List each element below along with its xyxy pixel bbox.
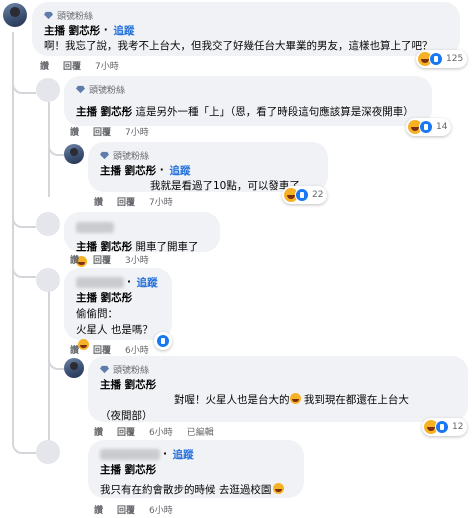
comment-actions: 讚 回覆 7小時 <box>94 194 173 208</box>
laughing-emoji-icon <box>289 393 301 404</box>
timestamp[interactable]: 7小時 <box>149 195 173 208</box>
comment-text-line1: 對喔！火星人也是台大的 <box>174 394 290 406</box>
comment-bubble-3: 頭號粉絲 主播 劉芯彤 · 追蹤 我就是看過了10點，可以發車了。 <box>88 142 328 192</box>
like-emoji-icon <box>435 420 449 434</box>
reaction-summary[interactable]: 12 <box>422 418 468 436</box>
thread-line-l2b <box>48 290 50 450</box>
comment-bubble-6: 頭號粉絲 主播 劉芯彤 對喔！火星人也是台大的 我到現在都還在上台大 （夜間部） <box>88 356 468 422</box>
like-emoji-icon <box>156 334 170 348</box>
comment-text-line2: 火星人 也是嗎？ <box>76 324 153 336</box>
comment-bubble-5: · 追蹤 主播 劉芯彤 偷偷問： 火星人 也是嗎？ <box>64 268 172 350</box>
follow-link[interactable]: 追蹤 <box>169 163 190 178</box>
reply-link[interactable]: 回覆 <box>93 253 111 266</box>
avatar[interactable] <box>36 440 60 464</box>
top-fan-label: 頭號粉絲 <box>57 11 94 22</box>
commenter-name[interactable]: 主播 劉芯彤 <box>76 290 160 306</box>
reply-link[interactable]: 回覆 <box>93 125 111 138</box>
blurred-name <box>76 276 124 288</box>
edited-label[interactable]: 已編輯 <box>187 425 214 438</box>
like-link[interactable]: 讚 <box>94 425 103 438</box>
comment-actions: 讚 回覆 7小時 <box>70 124 149 138</box>
top-fan-label: 頭號粉絲 <box>89 85 126 96</box>
commenter-name[interactable]: 主播 劉芯彤 <box>100 462 292 478</box>
reaction-count: 12 <box>452 422 464 432</box>
timestamp[interactable]: 7小時 <box>95 59 119 72</box>
thread-elbow-4 <box>12 240 36 278</box>
comment-text: 這是另外一種「上」（恩，看了時段這句應該算是深夜開車） <box>135 106 414 118</box>
top-fan-badge: 頭號粉絲 <box>76 82 420 96</box>
timestamp[interactable]: 7小時 <box>125 125 149 138</box>
top-fan-label: 頭號粉絲 <box>113 365 150 376</box>
commenter-name[interactable]: 主播 劉芯彤 <box>100 376 456 392</box>
follow-link[interactable]: 追蹤 <box>113 23 134 38</box>
reply-link[interactable]: 回覆 <box>63 59 81 72</box>
like-emoji-icon <box>295 188 309 202</box>
thread-elbow-6 <box>12 402 36 454</box>
avatar[interactable] <box>36 78 60 102</box>
reaction-summary[interactable]: 22 <box>282 186 328 204</box>
reaction-count: 125 <box>446 54 464 64</box>
top-fan-badge: 頭號粉絲 <box>100 148 316 162</box>
reply-link[interactable]: 回覆 <box>117 195 135 208</box>
like-link[interactable]: 讚 <box>70 125 79 138</box>
comment-actions: 讚 回覆 6小時 <box>70 342 149 356</box>
reaction-count: 14 <box>436 122 448 132</box>
comment-text-line1b: 我到現在都還在上台大 <box>303 394 409 406</box>
reaction-count: 22 <box>312 190 324 200</box>
like-link[interactable]: 讚 <box>94 195 103 208</box>
blurred-name <box>76 222 114 233</box>
timestamp[interactable]: 3小時 <box>125 253 149 266</box>
like-link[interactable]: 讚 <box>70 253 79 266</box>
reaction-summary[interactable]: 14 <box>406 118 452 136</box>
top-fan-badge: 頭號粉絲 <box>44 8 448 22</box>
reply-link[interactable]: 回覆 <box>117 503 135 516</box>
avatar[interactable] <box>64 144 84 164</box>
comment-text: 我只有在約會散步的時候 去逛過校園 <box>100 484 272 496</box>
commenter-name[interactable]: 主播 劉芯彤 <box>44 23 100 38</box>
comment-actions: 讚 回覆 7小時 <box>40 58 119 72</box>
like-link[interactable]: 讚 <box>40 59 49 72</box>
reaction-summary[interactable] <box>154 332 172 350</box>
avatar[interactable] <box>64 358 84 378</box>
comment-actions: 讚 回覆 3小時 <box>70 252 149 266</box>
timestamp[interactable]: 6小時 <box>149 503 173 516</box>
comment-bubble-4: 主播 劉芯彤 開車了開車了 <box>64 212 220 267</box>
reaction-summary[interactable]: 125 <box>416 50 468 68</box>
grinning-emoji-icon <box>273 483 285 494</box>
comment-text-line2: （夜間部） <box>100 410 153 422</box>
timestamp[interactable]: 6小時 <box>125 343 149 356</box>
diamond-icon <box>100 151 109 159</box>
thread-elbow-1 <box>12 60 36 94</box>
comment-bubble-2: 頭號粉絲 主播 劉芯彤 這是另外一種「上」（恩，看了時段這句應該算是深夜開車） <box>64 76 432 126</box>
avatar[interactable] <box>36 268 60 292</box>
comment-actions: 讚 回覆 6小時 已編輯 <box>94 424 214 438</box>
reply-link[interactable]: 回覆 <box>93 343 111 356</box>
like-link[interactable]: 讚 <box>70 343 79 356</box>
thread-elbow-3 <box>12 196 36 228</box>
blurred-name <box>100 448 160 460</box>
follow-link[interactable]: 追蹤 <box>137 275 158 290</box>
diamond-icon <box>76 85 85 93</box>
commenter-name[interactable]: 主播 劉芯彤 <box>100 163 156 178</box>
top-fan-label: 頭號粉絲 <box>113 151 150 162</box>
top-fan-badge: 頭號粉絲 <box>100 362 456 376</box>
comment-text-line1: 偷偷問： <box>76 308 118 320</box>
reply-link[interactable]: 回覆 <box>117 425 135 438</box>
like-emoji-icon <box>419 120 433 134</box>
timestamp[interactable]: 6小時 <box>149 425 173 438</box>
commenter-name[interactable]: 主播 劉芯彤 <box>76 106 132 118</box>
follow-link[interactable]: 追蹤 <box>173 447 194 462</box>
like-emoji-icon <box>429 52 443 66</box>
avatar[interactable] <box>36 212 60 236</box>
diamond-icon <box>44 11 53 19</box>
avatar[interactable] <box>3 3 27 27</box>
diamond-icon <box>100 365 109 373</box>
comment-text: 啊！我忘了說，我考不上台大，但我交了好幾任台大畢業的男友，這樣也算上了吧？ <box>44 40 433 52</box>
comment-bubble-7: · 追蹤 主播 劉芯彤 我只有在約會散步的時候 去逛過校園 <box>88 440 304 498</box>
like-link[interactable]: 讚 <box>94 503 103 516</box>
comment-actions: 讚 回覆 6小時 <box>94 502 173 516</box>
comment-bubble-1: 頭號粉絲 主播 劉芯彤 · 追蹤 啊！我忘了說，我考不上台大，但我交了好幾任台大… <box>32 2 460 56</box>
